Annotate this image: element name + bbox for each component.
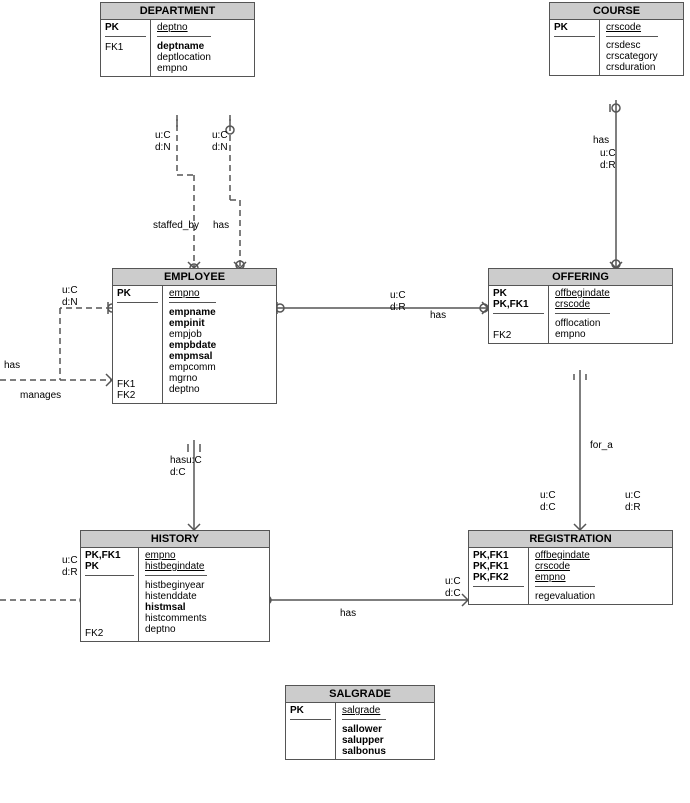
hist-attr-histmsal: histmsal: [145, 602, 207, 613]
hist-attr-histenddate: histenddate: [145, 591, 207, 602]
label-manages: manages: [20, 390, 61, 401]
dept-pk-deptno: deptno: [157, 22, 211, 33]
off-pk-fk1-label: PK,FK1: [493, 299, 544, 310]
sal-attr-salbonus: salbonus: [342, 746, 386, 757]
entity-course: COURSE PK crscode crsdesc crscategory cr…: [549, 2, 684, 76]
hist-pk-empno: empno: [145, 550, 207, 561]
entity-history: HISTORY PK,FK1 PK FK2 empno histbeg: [80, 530, 270, 642]
card-uc-hist-left: u:C: [62, 555, 78, 566]
emp-attr-mgrno: mgrno: [169, 373, 216, 384]
card-label-uc-has-dept: u:C: [212, 130, 228, 141]
course-attr-crsduration: crsduration: [606, 62, 658, 73]
card-label-dn-has-dept: d:N: [212, 142, 228, 153]
card-dn-manages: d:N: [62, 297, 78, 308]
reg-pkfk1-label1: PK,FK1: [473, 550, 524, 561]
course-pk-label: PK: [554, 22, 595, 33]
sal-attr-salupper: salupper: [342, 735, 386, 746]
entity-department: DEPARTMENT PK FK1 deptno deptname deptlo…: [100, 2, 255, 77]
dept-attr-deptname: deptname: [157, 41, 211, 52]
card-dc-for-a: d:C: [540, 502, 556, 513]
entity-registration: REGISTRATION PK,FK1 PK,FK1 PK,FK2 offbeg…: [468, 530, 673, 605]
label-has-hist-reg: has: [340, 608, 356, 619]
card-uc-for-a2: u:C: [625, 490, 641, 501]
card-dc-emp-hist: d:C: [170, 467, 186, 478]
hist-attr-deptno: deptno: [145, 624, 207, 635]
off-attr-empno: empno: [555, 329, 610, 340]
course-pk-crscode: crscode: [606, 22, 658, 33]
entity-employee-title: EMPLOYEE: [113, 269, 276, 286]
entity-salgrade-title: SALGRADE: [286, 686, 434, 703]
emp-pk-empno: empno: [169, 288, 216, 299]
dept-attr-deptlocation: deptlocation: [157, 52, 211, 63]
diagram-container: u:C d:N u:C d:N staffed_by has u:C d:N m…: [0, 0, 690, 803]
card-uc-emp-off: u:C: [390, 290, 406, 301]
emp-fk1-label: FK1: [117, 379, 158, 390]
off-pk-crscode: crscode: [555, 299, 610, 310]
hist-pk-label: PK: [85, 561, 134, 572]
off-pk-offbegindate: offbegindate: [555, 288, 610, 299]
label-for-a: for_a: [590, 440, 613, 451]
card-dr-emp-off: d:R: [390, 302, 406, 313]
card-dr-course: d:R: [600, 160, 616, 171]
dept-fk1-label: FK1: [105, 42, 146, 53]
emp-pk-label: PK: [117, 288, 158, 299]
card-dr-hist-left: d:R: [62, 567, 78, 578]
off-pk-label1: PK: [493, 288, 544, 299]
emp-attr-empmsal: empmsal: [169, 351, 216, 362]
label-has-emp-off: has: [430, 310, 446, 321]
relationship-lines: [0, 0, 690, 803]
dept-pk-label: PK: [105, 22, 146, 33]
hist-attr-histcomments: histcomments: [145, 613, 207, 624]
emp-attr-empjob: empjob: [169, 329, 216, 340]
card-uc-course: u:C: [600, 148, 616, 159]
hist-fk2-label: FK2: [85, 628, 134, 639]
reg-attr-regevaluation: regevaluation: [535, 591, 595, 602]
card-label-uc-staffed: u:C: [155, 130, 171, 141]
card-uc-manages: u:C: [62, 285, 78, 296]
reg-pk-offbegindate: offbegindate: [535, 550, 595, 561]
entity-offering: OFFERING PK PK,FK1 FK2 offbegindate crsc…: [488, 268, 673, 344]
reg-pk-crscode: crscode: [535, 561, 595, 572]
reg-pk-empno: empno: [535, 572, 595, 583]
emp-attr-empbdate: empbdate: [169, 340, 216, 351]
entity-course-title: COURSE: [550, 3, 683, 20]
label-has-left: has: [4, 360, 20, 371]
emp-fk2-label: FK2: [117, 390, 158, 401]
sal-pk-label: PK: [290, 705, 331, 716]
reg-pkfk2-label: PK,FK2: [473, 572, 524, 583]
card-hasu-emp-hist: hasu:C: [170, 455, 202, 466]
off-attr-offlocation: offlocation: [555, 318, 610, 329]
emp-attr-empname: empname: [169, 307, 216, 318]
entity-salgrade: SALGRADE PK salgrade sallower salupper s…: [285, 685, 435, 760]
sal-attr-sallower: sallower: [342, 724, 386, 735]
card-uc-for-a: u:C: [540, 490, 556, 501]
entity-offering-title: OFFERING: [489, 269, 672, 286]
label-has-dept-emp: has: [213, 220, 229, 231]
course-attr-crsdesc: crsdesc: [606, 40, 658, 51]
course-attr-crscategory: crscategory: [606, 51, 658, 62]
dept-attr-empno: empno: [157, 63, 211, 74]
card-label-dn-staffed: d:N: [155, 142, 171, 153]
label-staffed-by: staffed_by: [153, 220, 199, 231]
card-dc-reg-top: d:C: [445, 588, 461, 599]
sal-pk-salgrade: salgrade: [342, 705, 386, 716]
emp-attr-empcomm: empcomm: [169, 362, 216, 373]
label-has-course-off: has: [593, 135, 609, 146]
emp-attr-deptno: deptno: [169, 384, 216, 395]
entity-history-title: HISTORY: [81, 531, 269, 548]
entity-department-title: DEPARTMENT: [101, 3, 254, 20]
card-uc-reg-top: u:C: [445, 576, 461, 587]
hist-pk-histbegindate: histbegindate: [145, 561, 207, 572]
card-dr-for-a2: d:R: [625, 502, 641, 513]
hist-pk-fk1-label: PK,FK1: [85, 550, 134, 561]
entity-employee: EMPLOYEE PK FK1 FK2 emp: [112, 268, 277, 404]
entity-registration-title: REGISTRATION: [469, 531, 672, 548]
hist-attr-histbeginyear: histbeginyear: [145, 580, 207, 591]
off-fk2-label: FK2: [493, 330, 544, 341]
reg-pkfk1-label2: PK,FK1: [473, 561, 524, 572]
emp-attr-empinit: empinit: [169, 318, 216, 329]
